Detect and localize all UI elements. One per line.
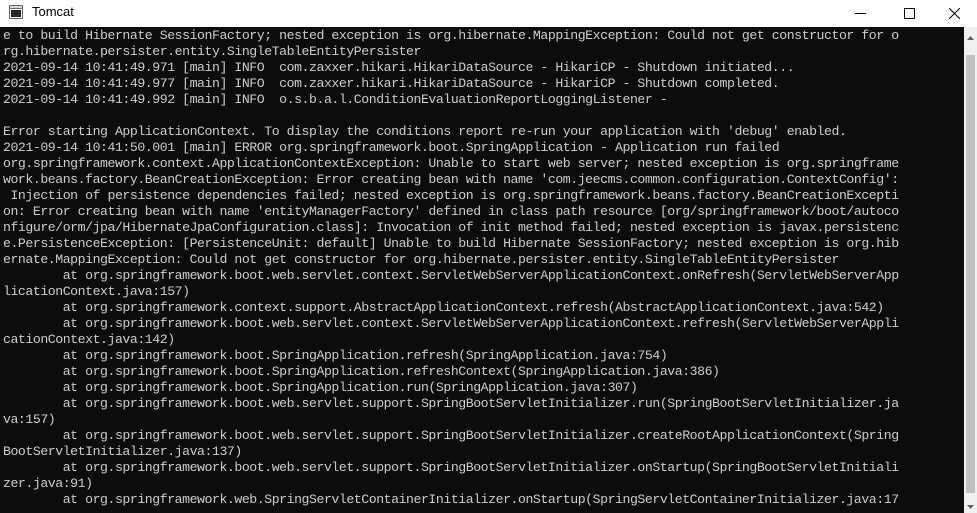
console-line: work.beans.factory.BeanCreationException… (3, 172, 899, 187)
minimize-button[interactable] (838, 0, 883, 26)
console-app-icon (9, 5, 23, 19)
window-title: Tomcat (32, 4, 74, 19)
console-line: at org.springframework.context.support.A… (3, 300, 884, 315)
console-line: e to build Hibernate SessionFactory; nes… (3, 28, 899, 43)
close-button[interactable] (932, 0, 977, 26)
tomcat-window: Tomcat e to build Hibernate SessionFacto… (0, 0, 977, 513)
console-line: at org.springframework.boot.SpringApplic… (3, 364, 720, 379)
scroll-down-button[interactable] (964, 496, 977, 513)
close-icon (949, 7, 960, 19)
console-output[interactable]: e to build Hibernate SessionFactory; nes… (0, 27, 964, 513)
scroll-thumb[interactable] (966, 55, 975, 493)
maximize-button[interactable] (887, 0, 932, 26)
console-line: on: Error creating bean with name 'entit… (3, 204, 899, 219)
chevron-down-icon (967, 496, 974, 513)
maximize-icon (904, 7, 915, 19)
console-line: at org.springframework.boot.SpringApplic… (3, 380, 638, 395)
console-line: at org.springframework.web.SpringServlet… (3, 492, 899, 507)
console-line: e.PersistenceException: [PersistenceUnit… (3, 236, 899, 251)
title-bar[interactable]: Tomcat (0, 0, 977, 26)
console-line: nfigure/orm/jpa/HibernateJpaConfiguratio… (3, 220, 899, 235)
console-line: org.springframework.context.ApplicationC… (3, 156, 899, 171)
console-line: 2021-09-14 10:41:49.977 [main] INFO com.… (3, 76, 780, 91)
console-line: licationContext.java:157) (3, 284, 190, 299)
console-line: ernate.MappingException: Could not get c… (3, 252, 839, 267)
console-line: zer.java:91) (3, 476, 93, 491)
console-line: at org.springframework.boot.web.servlet.… (3, 396, 899, 411)
minimize-icon (855, 8, 866, 19)
console-line: va:157) (3, 412, 56, 427)
console-line: 2021-09-14 10:41:49.971 [main] INFO com.… (3, 60, 795, 75)
console-line: cationContext.java:142) (3, 332, 175, 347)
vertical-scrollbar[interactable] (964, 27, 977, 513)
console-line: at org.springframework.boot.web.servlet.… (3, 428, 899, 443)
console-lines: e to build Hibernate SessionFactory; nes… (3, 28, 964, 508)
console-line: rg.hibernate.persister.entity.SingleTabl… (3, 44, 421, 59)
console-line: at org.springframework.boot.web.servlet.… (3, 268, 899, 283)
console-line: 2021-09-14 10:41:49.992 [main] INFO o.s.… (3, 92, 668, 107)
console-line: BootServletInitializer.java:137) (3, 444, 242, 459)
console-line: 2021-09-14 10:41:50.001 [main] ERROR org… (3, 140, 780, 155)
scroll-up-button[interactable] (964, 27, 977, 44)
console-line: at org.springframework.boot.web.servlet.… (3, 316, 899, 331)
console-line: Error starting ApplicationContext. To di… (3, 124, 847, 139)
console-line: Injection of persistence dependencies fa… (3, 188, 899, 203)
console-line: at org.springframework.boot.web.servlet.… (3, 460, 899, 475)
console-line: at org.springframework.boot.SpringApplic… (3, 348, 668, 363)
chevron-up-icon (967, 27, 974, 45)
